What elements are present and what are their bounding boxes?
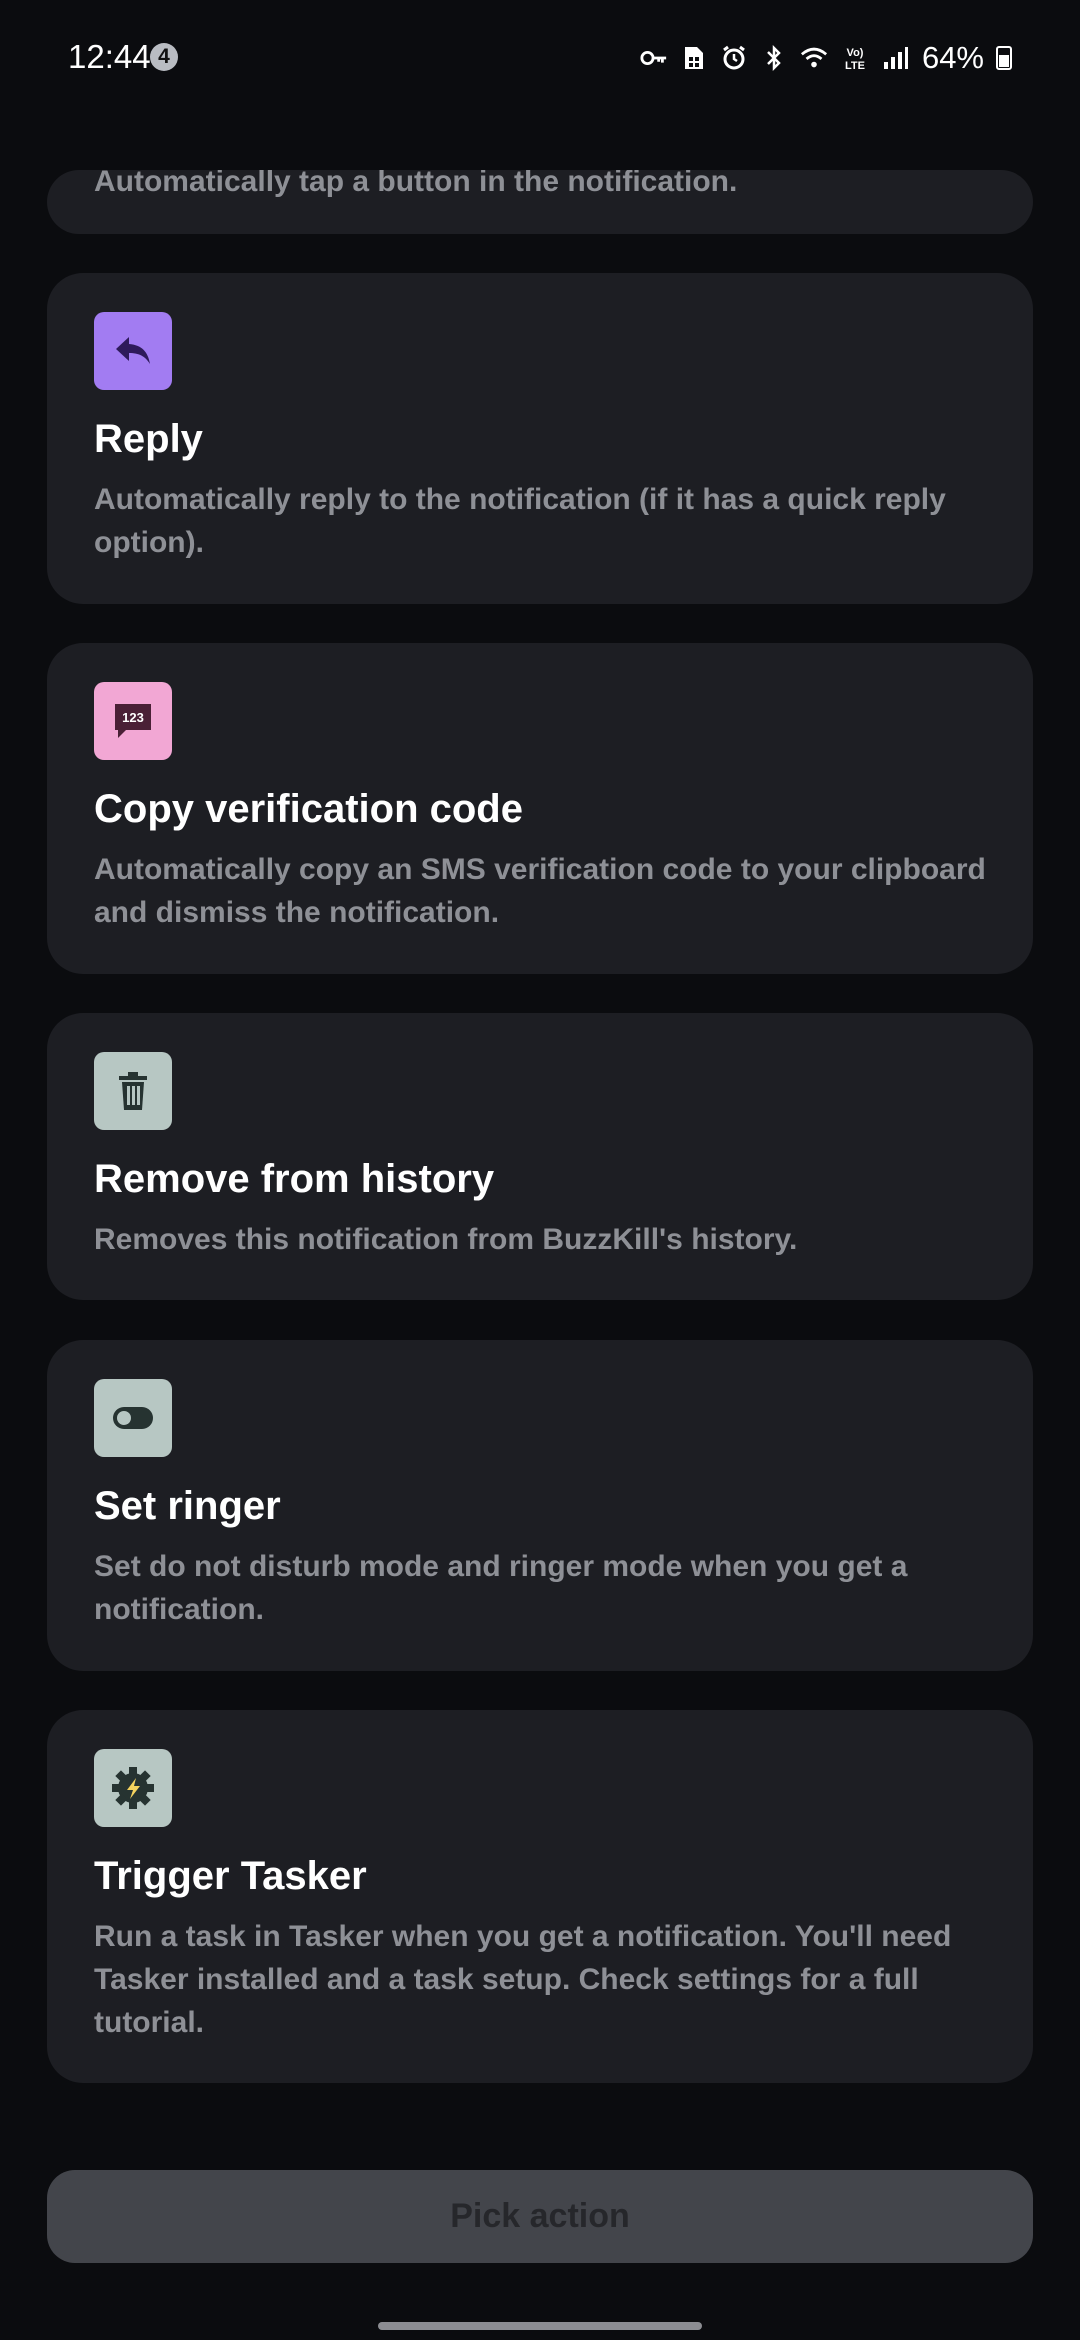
action-card-description: Automatically tap a button in the notifi… — [94, 170, 738, 198]
status-bar: 12:44 4 Vo) LTE 64% — [0, 0, 1080, 110]
action-card-reply[interactable]: Reply Automatically reply to the notific… — [47, 273, 1033, 604]
battery-percentage: 64% — [921, 40, 984, 75]
svg-text:LTE: LTE — [845, 60, 865, 71]
action-card-description: Automatically copy an SMS verification c… — [94, 853, 986, 929]
action-card-trigger-tasker[interactable]: Trigger Tasker Run a task in Tasker when… — [47, 1710, 1033, 2083]
signal-icon — [882, 44, 910, 72]
action-card-title: Remove from history — [94, 1157, 495, 1201]
vpn-key-icon — [640, 44, 668, 72]
action-card-title: Reply — [94, 417, 203, 461]
action-card-title: Copy verification code — [94, 787, 523, 831]
trash-icon — [94, 1052, 172, 1130]
wifi-icon — [800, 44, 828, 72]
action-card-title: Set ringer — [94, 1484, 281, 1528]
action-card-description: Run a task in Tasker when you get a noti… — [94, 1920, 952, 2039]
tasker-gear-icon — [94, 1749, 172, 1827]
pick-action-button[interactable]: Pick action — [47, 2170, 1033, 2263]
action-card-remove-from-history[interactable]: Remove from history Removes this notific… — [47, 1013, 1033, 1300]
svg-text:123: 123 — [122, 710, 144, 725]
home-indicator[interactable] — [378, 2322, 702, 2330]
action-card-title: Trigger Tasker — [94, 1854, 367, 1898]
sms-code-icon: 123 — [94, 682, 172, 760]
alarm-icon — [720, 44, 748, 72]
reply-icon — [94, 312, 172, 390]
volte-icon: Vo) LTE — [840, 44, 870, 72]
notification-count-badge: 4 — [150, 43, 178, 71]
status-icons: Vo) LTE 64% — [640, 40, 1012, 76]
action-card-description: Set do not disturb mode and ringer mode … — [94, 1550, 908, 1626]
action-card-copy-verification-code[interactable]: 123 Copy verification code Automatically… — [47, 643, 1033, 974]
action-card-description: Automatically reply to the notification … — [94, 483, 946, 559]
sim-icon — [680, 44, 708, 72]
toggle-icon — [94, 1379, 172, 1457]
bluetooth-icon — [760, 44, 788, 72]
svg-text:Vo): Vo) — [847, 47, 864, 59]
status-time: 12:44 — [68, 38, 151, 75]
action-card-tap-button[interactable]: Automatically tap a button in the notifi… — [47, 170, 1033, 234]
action-card-set-ringer[interactable]: Set ringer Set do not disturb mode and r… — [47, 1340, 1033, 1671]
action-card-description: Removes this notification from BuzzKill'… — [94, 1223, 798, 1256]
battery-icon — [996, 46, 1012, 70]
